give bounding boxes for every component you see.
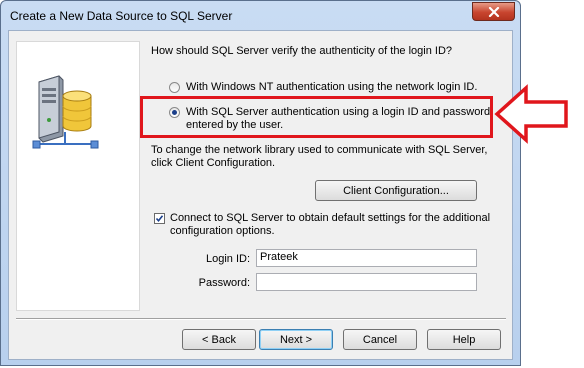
close-icon (488, 7, 500, 17)
next-button[interactable]: Next > (259, 329, 333, 350)
radio-windows-auth-label: With Windows NT authentication using the… (186, 81, 478, 93)
login-id-field[interactable]: Prateek (256, 249, 477, 267)
database-server-icon (32, 75, 99, 149)
auth-question: How should SQL Server verify the authent… (151, 45, 453, 57)
left-arrow-icon (494, 84, 568, 144)
footer-separator (16, 318, 506, 320)
dialog-content: How should SQL Server verify the authent… (8, 30, 513, 360)
help-button[interactable]: Help (427, 329, 501, 350)
radio-windows-auth[interactable]: With Windows NT authentication using the… (169, 81, 477, 94)
annotation-highlight-box (140, 96, 493, 138)
title-bar[interactable]: Create a New Data Source to SQL Server (1, 1, 520, 31)
checkmark-icon (155, 215, 164, 223)
password-label: Password: (198, 277, 250, 289)
connect-checkbox-label: Connect to SQL Server to obtain default … (170, 212, 491, 237)
close-button[interactable] (472, 2, 515, 21)
radio-windows-auth-button[interactable] (169, 82, 180, 93)
back-button[interactable]: < Back (182, 329, 256, 350)
network-library-info: To change the network library used to co… (151, 144, 488, 169)
side-illustration-panel (16, 41, 140, 311)
password-field[interactable] (256, 273, 477, 291)
connect-checkbox-row[interactable]: Connect to SQL Server to obtain default … (154, 212, 494, 238)
connect-checkbox[interactable] (154, 213, 165, 224)
client-configuration-button[interactable]: Client Configuration... (315, 180, 477, 201)
window-title: Create a New Data Source to SQL Server (10, 9, 233, 23)
dialog-window: Create a New Data Source to SQL Server H… (0, 0, 521, 366)
login-id-label: Login ID: (205, 253, 250, 265)
cancel-button[interactable]: Cancel (343, 329, 417, 350)
